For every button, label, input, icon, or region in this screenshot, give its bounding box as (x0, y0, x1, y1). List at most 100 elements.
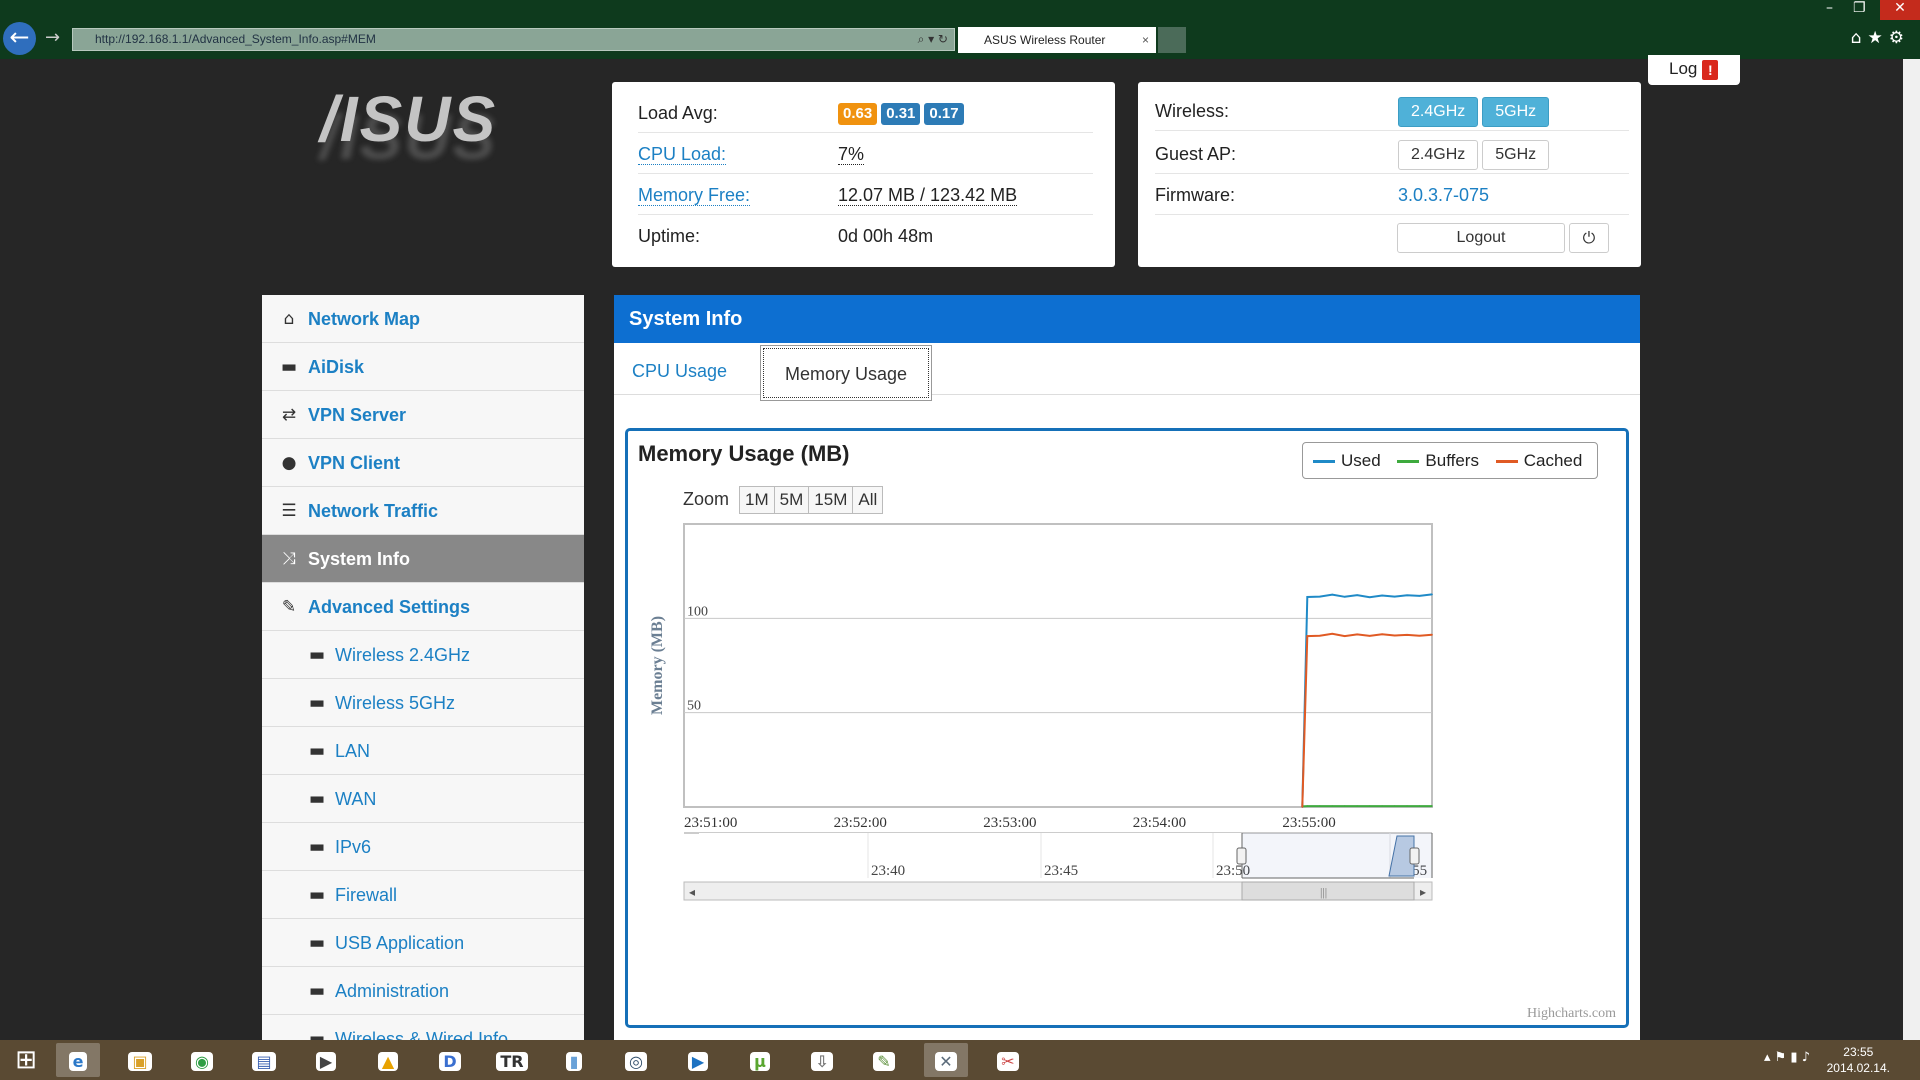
log-button[interactable]: Log! (1648, 55, 1740, 85)
x-tick-label: 23:54:00 (1133, 815, 1186, 831)
new-tab-button[interactable] (1158, 27, 1186, 53)
browser-tab[interactable]: ASUS Wireless Router × (958, 27, 1156, 53)
data-point-buffers (1393, 805, 1396, 807)
taskbar-play-icon[interactable]: ▶ (676, 1043, 720, 1077)
tab-close-icon[interactable]: × (1142, 27, 1149, 53)
tab-cpu-usage[interactable]: CPU Usage (614, 343, 745, 399)
sidebar-item-aidisk[interactable]: ▬ AiDisk (262, 343, 584, 391)
dash-icon: ▬ (308, 981, 326, 1001)
data-point-cached (1306, 635, 1309, 637)
taskbar-install-icon[interactable]: ⇩ (800, 1043, 844, 1077)
sidebar-subitem-label: IPv6 (335, 837, 372, 857)
sidebar-item-label: VPN Client (308, 453, 401, 473)
scrollbar-grip-icon: ||| (1320, 885, 1327, 899)
dash-icon: ▬ (308, 741, 326, 761)
log-label: Log (1669, 59, 1698, 78)
maximize-button[interactable]: ❐ (1853, 0, 1866, 22)
y-axis-label: Memory (MB) (649, 616, 666, 715)
memory-free-link[interactable]: Memory Free: (638, 185, 751, 206)
system-clock[interactable]: 23:55 2014.02.14. (1827, 1044, 1890, 1076)
taskbar-paint-icon[interactable]: ✎ (862, 1043, 906, 1077)
tab-memory-usage[interactable]: Memory Usage (760, 345, 932, 401)
back-button[interactable]: ← (3, 22, 36, 55)
wireless-24ghz-button[interactable]: 2.4GHz (1398, 97, 1479, 128)
sidebar-subitem-wan[interactable]: ▬ WAN (262, 775, 584, 823)
taskbar-ie-icon[interactable]: e (56, 1043, 100, 1077)
taskbar-tr-icon[interactable]: TR (490, 1043, 534, 1077)
data-point-cached (1406, 634, 1408, 636)
memory-free-value: 12.07 MB / 123.42 MB (838, 185, 1018, 206)
sidebar-item-vpn-server[interactable]: ⇄ VPN Server (262, 391, 584, 439)
browser-icons[interactable]: ⌂★⚙ (1851, 28, 1910, 48)
sidebar-subitem-administration[interactable]: ▬ Administration (262, 967, 584, 1015)
sidebar-item-label: Advanced Settings (308, 597, 471, 617)
sidebar-item-label: VPN Server (308, 405, 407, 425)
taskbar-tools-icon[interactable]: ✕ (924, 1043, 968, 1077)
sidebar-subitem-lan[interactable]: ▬ LAN (262, 727, 584, 775)
tray-icons[interactable]: ▴ ⚑ ▮ ♪ (1764, 1050, 1810, 1065)
sidebar-subitem-label: Firewall (335, 885, 398, 905)
dash-icon: ▬ (308, 1029, 326, 1040)
sidebar-subitem-wireless-wired-info[interactable]: ▬ Wireless & Wired Info (262, 1015, 584, 1040)
sidebar-subitem-label: WAN (335, 789, 377, 809)
logout-button[interactable]: Logout (1397, 223, 1565, 253)
data-point-used (1406, 594, 1408, 597)
asus-logo: /ISUS (320, 83, 498, 155)
sidebar-item-network-map[interactable]: ⌂ Network Map (262, 295, 584, 343)
taskbar-files-icon[interactable]: ▮ (552, 1043, 596, 1077)
wireless-label: Wireless: (1155, 101, 1230, 121)
sidebar-subitem-ipv6[interactable]: ▬ IPv6 (262, 823, 584, 871)
wireless-5ghz-button[interactable]: 5GHz (1482, 97, 1550, 128)
data-point-cached (1368, 635, 1371, 637)
taskbar-explorer-icon[interactable]: ▣ (118, 1043, 162, 1077)
close-window-button[interactable]: ✕ (1880, 0, 1920, 20)
data-point-cached (1356, 633, 1358, 636)
data-point-cached (1418, 634, 1421, 637)
sidebar-subitem-label: Wireless & Wired Info (335, 1029, 509, 1040)
data-point-buffers (1431, 805, 1433, 807)
data-point-cached (1381, 633, 1383, 635)
wireless-row: Wireless: 2.4GHz 5GHz (1155, 91, 1629, 131)
taskbar-snip-icon[interactable]: ✂ (986, 1043, 1030, 1077)
panel-title: System Info (614, 295, 1640, 343)
firmware-link[interactable]: 3.0.3.7-075 (1398, 175, 1489, 215)
highcharts-watermark[interactable]: Highcharts.com (1527, 1006, 1616, 1022)
taskbar-d-icon[interactable]: D (428, 1043, 472, 1077)
sidebar-subitem-firewall[interactable]: ▬ Firewall (262, 871, 584, 919)
address-bar[interactable]: http://192.168.1.1/Advanced_System_Info.… (72, 28, 955, 51)
data-point-cached (1393, 634, 1396, 637)
sidebar-subitem-usb-application[interactable]: ▬ USB Application (262, 919, 584, 967)
sidebar-item-network-traffic[interactable]: ☰ Network Traffic (262, 487, 584, 535)
sidebar-subitem-wireless-5ghz[interactable]: ▬ Wireless 5GHz (262, 679, 584, 727)
minimize-button[interactable]: – (1826, 0, 1833, 22)
guest-24ghz-button[interactable]: 2.4GHz (1398, 140, 1479, 171)
taskbar-chrome-icon[interactable]: ◉ (180, 1043, 224, 1077)
address-bar-icons[interactable]: ⌕ ▾ ↻ (918, 29, 948, 50)
data-point-used (1356, 594, 1358, 596)
sidebar-subitem-wireless-2-4ghz[interactable]: ▬ Wireless 2.4GHz (262, 631, 584, 679)
cpu-load-link[interactable]: CPU Load: (638, 144, 727, 165)
navigator-tick-label: 23:40 (871, 863, 905, 879)
guest-5ghz-button[interactable]: 5GHz (1482, 140, 1550, 171)
data-point-cached (1319, 634, 1321, 637)
data-point-used (1319, 595, 1321, 598)
taskbar-media-icon[interactable]: ▶ (304, 1043, 348, 1077)
taskbar-save-icon[interactable]: ▤ (242, 1043, 286, 1077)
navigator-handle-right (1409, 847, 1420, 865)
firmware-label: Firmware: (1155, 185, 1235, 205)
start-button[interactable]: ⊞ (4, 1043, 48, 1077)
page-scrollbar[interactable] (1903, 59, 1920, 1040)
sidebar-item-vpn-client[interactable]: ● VPN Client (262, 439, 584, 487)
taskbar-steam-icon[interactable]: ◎ (614, 1043, 658, 1077)
x-tick-label: 23:52:00 (834, 815, 887, 831)
dash-icon: ▬ (308, 933, 326, 953)
taskbar-utorrent-icon[interactable]: μ (738, 1043, 782, 1077)
x-tick-label: 23:53:00 (983, 815, 1036, 831)
power-button[interactable]: ⏻ (1569, 223, 1609, 253)
sidebar-item-system-info[interactable]: ⤨ System Info (262, 535, 584, 583)
sidebar-item-advanced-settings[interactable]: ✎ Advanced Settings (262, 583, 584, 631)
disk-icon: ▬ (280, 357, 298, 377)
cpu-load-row: CPU Load: 7% (638, 134, 1093, 174)
taskbar-vlc-icon[interactable]: ▲ (366, 1043, 410, 1077)
forward-button[interactable]: → (45, 27, 60, 48)
